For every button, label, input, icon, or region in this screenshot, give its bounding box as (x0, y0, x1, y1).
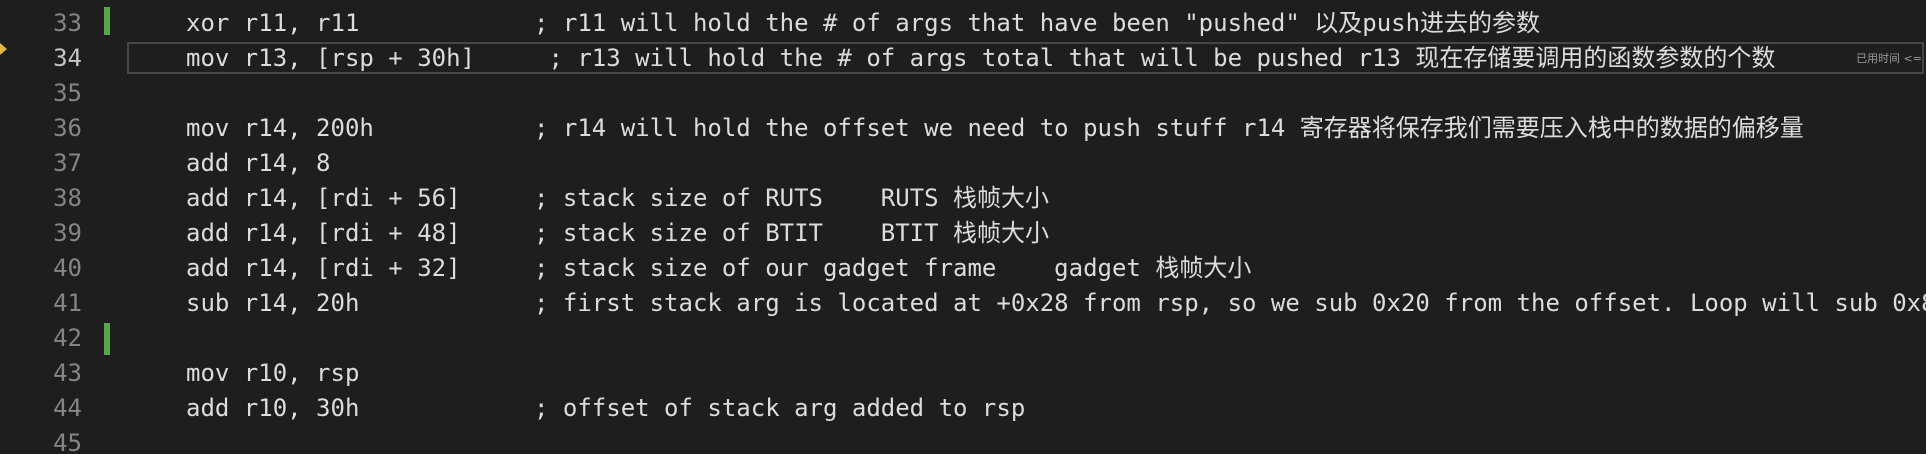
code-line[interactable]: 42 (0, 321, 1926, 356)
code-comment[interactable]: ; r14 will hold the offset we need to pu… (534, 111, 1804, 146)
code-line[interactable]: 44 add r10, 30h ; offset of stack arg ad… (0, 391, 1926, 426)
line-number: 39 (53, 219, 82, 247)
code-comment[interactable]: ; r13 will hold the # of args total that… (534, 41, 1775, 76)
code-line-current[interactable]: 34 mov r13, [rsp + 30h] ; r13 will hold … (0, 41, 1926, 76)
code-line[interactable]: 37 add r14, 8 (0, 146, 1926, 181)
line-number: 38 (53, 184, 82, 212)
line-number: 33 (53, 9, 82, 37)
code-text[interactable]: add r14, 8 (186, 146, 331, 181)
code-line[interactable]: 43 mov r10, rsp (0, 356, 1926, 391)
code-text[interactable]: add r14, [rdi + 56] (186, 181, 461, 216)
line-number: 45 (53, 429, 82, 454)
code-text[interactable]: add r10, 30h (186, 391, 359, 426)
code-line[interactable]: 41 sub r14, 20h ; first stack arg is loc… (0, 286, 1926, 321)
code-comment[interactable]: ; stack size of our gadget frame gadget … (534, 251, 1251, 286)
line-number: 34 (53, 44, 82, 72)
code-line[interactable]: 35 (0, 76, 1926, 111)
code-comment[interactable]: ; offset of stack arg added to rsp (534, 391, 1025, 426)
line-number: 35 (53, 79, 82, 107)
line-number: 40 (53, 254, 82, 282)
code-text[interactable]: mov r14, 200h (186, 111, 374, 146)
line-number: 41 (53, 289, 82, 317)
code-text[interactable]: add r14, [rdi + 48] (186, 216, 461, 251)
code-line[interactable]: 39 add r14, [rdi + 48] ; stack size of B… (0, 216, 1926, 251)
line-number: 36 (53, 114, 82, 142)
code-text[interactable]: mov r13, [rsp + 30h] (186, 41, 475, 76)
code-line[interactable]: 36 mov r14, 200h ; r14 will hold the off… (0, 111, 1926, 146)
code-line[interactable]: 40 add r14, [rdi + 32] ; stack size of o… (0, 251, 1926, 286)
code-comment[interactable]: ; first stack arg is located at +0x28 fr… (534, 286, 1926, 321)
line-number: 37 (53, 149, 82, 177)
code-line[interactable]: 38 add r14, [rdi + 56] ; stack size of R… (0, 181, 1926, 216)
code-editor[interactable]: 33 xor r11, r11 ; r11 will hold the # of… (0, 0, 1926, 454)
code-text[interactable]: add r14, [rdi + 32] (186, 251, 461, 286)
code-line[interactable]: 33 xor r11, r11 ; r11 will hold the # of… (0, 6, 1926, 41)
line-number: 43 (53, 359, 82, 387)
code-line[interactable]: 45 (0, 426, 1926, 454)
code-comment[interactable]: ; stack size of RUTS RUTS 栈帧大小 (534, 181, 1049, 216)
code-text[interactable]: xor r11, r11 (186, 6, 359, 41)
code-comment[interactable]: ; stack size of BTIT BTIT 栈帧大小 (534, 216, 1049, 251)
line-number: 42 (53, 324, 82, 352)
code-text[interactable]: mov r10, rsp (186, 356, 359, 391)
elapsed-time-hint[interactable]: 已用时间 <= (1856, 41, 1922, 76)
line-number: 44 (53, 394, 82, 422)
code-comment[interactable]: ; r11 will hold the # of args that have … (534, 6, 1540, 41)
code-text[interactable]: sub r14, 20h (186, 286, 359, 321)
